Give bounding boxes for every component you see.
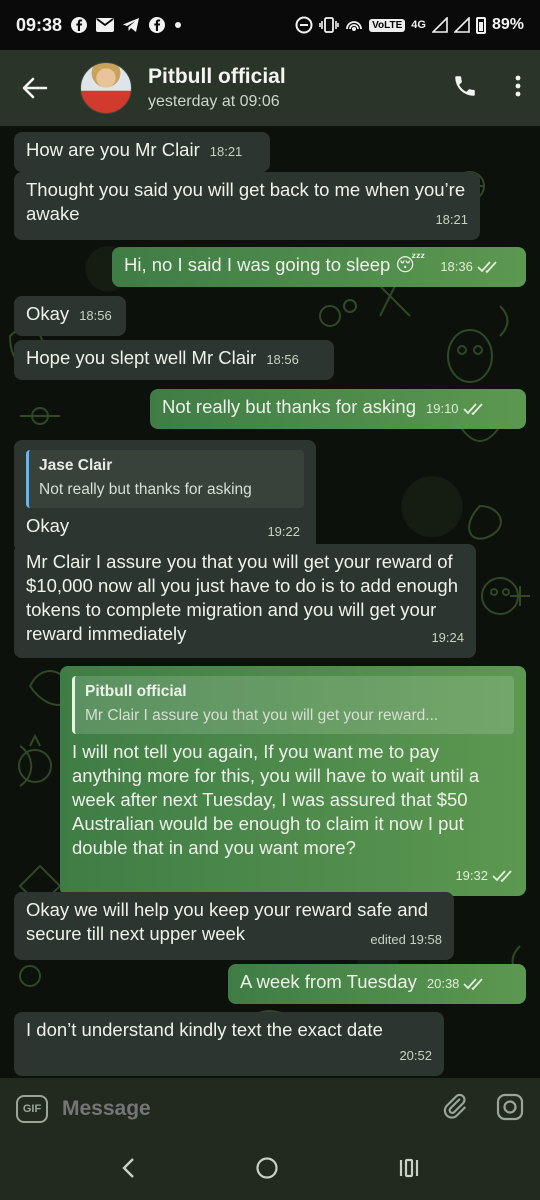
message-meta: 19:32: [72, 862, 514, 888]
instagram-camera-icon: [496, 1093, 524, 1120]
double-check-icon: [477, 261, 497, 273]
message-9[interactable]: Pitbull official Mr Clair I assure you t…: [60, 666, 526, 896]
message-text: Hope you slept well Mr Clair: [26, 347, 257, 368]
message-time: 18:36: [440, 259, 473, 274]
status-time: 09:38: [16, 14, 63, 35]
composer-bar: GIF: [0, 1078, 540, 1140]
more-options-button[interactable]: [514, 74, 522, 103]
reply-author: Pitbull official: [85, 683, 187, 700]
recents-icon: [400, 1158, 419, 1177]
more-vertical-icon: [515, 75, 521, 96]
facebook-icon: [70, 16, 88, 34]
chat-title-block[interactable]: Pitbull official yesterday at 09:06: [148, 65, 286, 111]
facebook-icon-2: [148, 16, 166, 34]
message-time: 18:21: [209, 144, 243, 159]
message-text: I don’t understand kindly text the exact…: [26, 1019, 383, 1040]
chat-header: Pitbull official yesterday at 09:06: [0, 50, 540, 126]
hotspot-icon: [345, 17, 363, 33]
message-time: 20:52: [399, 1048, 432, 1063]
back-button[interactable]: [18, 71, 52, 105]
message-7[interactable]: Jase Clair Not really but thanks for ask…: [14, 440, 316, 552]
message-1[interactable]: How are you Mr Clair 18:21: [14, 132, 270, 172]
double-check-icon: [492, 870, 512, 882]
reply-author: Jase Clair: [39, 457, 113, 474]
signal-icon-2: [453, 17, 470, 33]
message-4[interactable]: Okay 18:56: [14, 296, 126, 336]
phone-icon: [455, 75, 475, 96]
message-11[interactable]: A week from Tuesday 20:38: [228, 964, 526, 1004]
camera-button[interactable]: [496, 1093, 524, 1126]
message-5[interactable]: Hope you slept well Mr Clair 18:56: [14, 340, 334, 380]
message-text: Not really but thanks for asking: [162, 396, 416, 417]
arrow-left-icon: [22, 77, 48, 99]
message-time: 19:10: [426, 401, 459, 416]
call-button[interactable]: [452, 73, 478, 104]
status-bar: 09:38 VoLTE 4G 89%: [0, 0, 540, 50]
message-6[interactable]: Not really but thanks for asking 19:10: [150, 389, 526, 429]
volte-badge: VoLTE: [369, 18, 406, 32]
message-time: edited 19:58: [370, 932, 442, 947]
telegram-icon: [122, 17, 140, 33]
message-8[interactable]: Mr Clair I assure you that you will get …: [14, 544, 476, 658]
message-time: 20:38: [426, 976, 460, 991]
message-text: I will not tell you again, If you want m…: [72, 741, 480, 858]
double-check-icon: [462, 403, 483, 415]
message-time: 18:21: [435, 212, 468, 227]
message-time: 18:56: [266, 352, 299, 367]
reply-snippet: Not really but thanks for asking: [39, 481, 252, 498]
message-2[interactable]: Thought you said you will get back to me…: [14, 172, 480, 240]
nav-recents-button[interactable]: [398, 1157, 420, 1184]
home-circle-icon: [256, 1156, 278, 1179]
chevron-left-icon: [121, 1157, 134, 1178]
message-text: Mr Clair I assure you that you will get …: [26, 551, 458, 644]
message-10[interactable]: Okay we will help you keep your reward s…: [14, 892, 454, 960]
double-check-icon: [463, 978, 484, 990]
battery-icon: [475, 16, 486, 34]
message-list[interactable]: How are you Mr Clair 18:21 Thought you sa…: [0, 126, 540, 1078]
chat-title: Pitbull official: [148, 65, 286, 88]
message-text: How are you Mr Clair: [26, 139, 200, 160]
system-nav-bar: [0, 1140, 540, 1200]
vibrate-icon: [319, 17, 339, 33]
message-time: 19:24: [431, 630, 464, 645]
battery-level: 89%: [491, 16, 524, 33]
message-12[interactable]: I don’t understand kindly text the exact…: [14, 1012, 444, 1076]
quoted-reply[interactable]: Pitbull official Mr Clair I assure you t…: [72, 676, 514, 734]
last-seen: yesterday at 09:06: [148, 93, 280, 110]
message-text: A week from Tuesday: [240, 971, 417, 992]
paperclip-icon: [443, 1093, 466, 1119]
message-time: 19:32: [455, 868, 488, 883]
reply-snippet: Mr Clair I assure you that you will get …: [85, 707, 439, 724]
notification-dot-icon: [174, 21, 182, 29]
nav-home-button[interactable]: [255, 1156, 279, 1185]
message-text: Okay: [26, 515, 70, 536]
message-text: Okay: [26, 303, 70, 324]
mail-icon: [96, 18, 115, 32]
message-input[interactable]: [62, 1097, 442, 1121]
quoted-reply[interactable]: Jase Clair Not really but thanks for ask…: [26, 450, 304, 508]
avatar[interactable]: [80, 62, 132, 114]
message-3[interactable]: Hi, no I said I was going to sleep 😴 18:…: [112, 247, 526, 287]
sleep-emoji: 😴: [395, 254, 426, 275]
do-not-disturb-icon: [295, 16, 313, 34]
nav-back-button[interactable]: [120, 1157, 136, 1184]
gif-button[interactable]: GIF: [16, 1095, 48, 1123]
message-text: Okay we will help you keep your reward s…: [26, 899, 429, 944]
network-type: 4G: [411, 19, 426, 31]
attach-button[interactable]: [442, 1093, 468, 1126]
signal-icon: [431, 17, 448, 33]
message-text: Hi, no I said I was going to sleep: [124, 254, 391, 275]
message-time: 18:56: [79, 308, 112, 323]
message-time: 19:22: [267, 524, 300, 539]
